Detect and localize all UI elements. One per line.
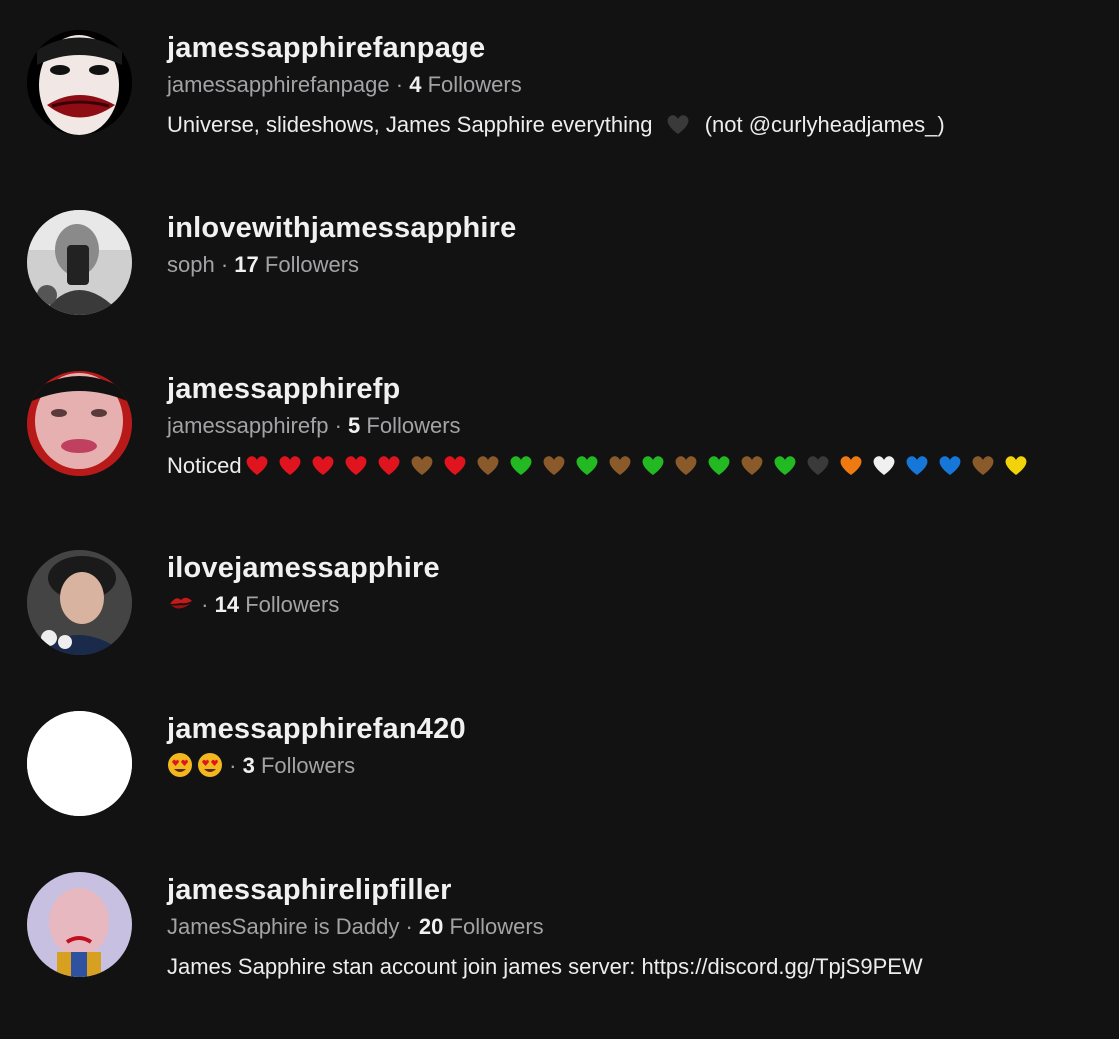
followers-count: 17 [234,252,259,277]
list-item[interactable]: inlovewithjamessapphire soph · 17 Follow… [27,210,1107,320]
bio-text: James Sapphire stan account join james s… [167,954,923,979]
blank-white-avatar [27,711,132,816]
heart-icon [508,453,534,477]
heart-icon [376,453,402,477]
avatar[interactable] [27,711,132,816]
heart-icon [739,453,765,477]
heart-icon [805,453,831,477]
heart-icon [706,453,732,477]
bio: Universe, slideshows, James Sapphire eve… [167,110,1107,140]
separator: · [395,72,404,97]
avatar[interactable] [27,371,132,476]
cartoon-edit-avatar [27,872,132,977]
heart-emoji-row [244,453,1036,478]
separator: · [220,252,229,277]
username[interactable]: ilovejamessapphire [167,550,1107,586]
list-item[interactable]: jamessapphirefan420 · 3 Followers [27,711,1107,821]
followers-count: 5 [348,413,361,438]
followers-label: Followers [366,413,461,438]
list-item[interactable]: jamessaphirelipfiller JamesSaphire is Da… [27,872,1107,982]
username[interactable]: inlovewithjamessapphire [167,210,1107,246]
avatar[interactable] [27,210,132,315]
followers-label: Followers [264,252,360,277]
mirror-selfie-avatar [27,210,132,315]
username[interactable]: jamessapphirefan420 [167,711,1107,747]
heart-icon [1003,453,1029,477]
list-item[interactable]: ilovejamessapphire · 14 Followers [27,550,1107,660]
bio-text: Universe, slideshows, James Sapphire eve… [167,112,653,137]
kiss-mark-icon [167,592,195,616]
bio: James Sapphire stan account join james s… [167,952,1107,982]
heart-eyes-icon [197,752,223,778]
nickname: jamessapphirefanpage [167,72,390,97]
avatar[interactable] [27,550,132,655]
heart-icon [772,453,798,477]
heart-icon [607,453,633,477]
heart-icon [277,453,303,477]
heart-icon [442,453,468,477]
black-heart-icon [665,112,691,136]
heart-icon [310,453,336,477]
user-subtitle: soph · 17 Followers [167,251,1107,279]
username[interactable]: jamessaphirelipfiller [167,872,1107,908]
followers-count: 20 [418,914,444,939]
username[interactable]: jamessapphirefanpage [167,30,1107,66]
followers-count: 4 [409,72,422,97]
user-subtitle: jamessapphirefanpage · 4 Followers [167,71,1107,99]
separator: · [334,413,342,438]
separator: · [201,592,209,617]
heart-icon [673,453,699,477]
portrait-avatar [27,550,132,655]
user-subtitle: JamesSaphire is Daddy · 20 Followers [167,913,1107,941]
face-with-red-lips-avatar [27,30,132,135]
user-subtitle: · 14 Followers [167,591,1107,619]
username[interactable]: jamessapphirefp [167,371,1107,407]
bio: Noticed [167,451,1107,481]
heart-eyes-icon [167,752,193,778]
followers-label: Followers [260,753,356,778]
heart-icon [838,453,864,477]
nickname: jamessapphirefp [167,413,329,438]
heart-icon [574,453,600,477]
avatar[interactable] [27,30,132,135]
followers-count: 3 [242,753,255,778]
heart-icon [937,453,963,477]
followers-label: Followers [245,592,340,617]
heart-icon [640,453,666,477]
bio-text: Noticed [167,453,242,478]
nickname: JamesSaphire is Daddy [167,914,400,939]
followers-count: 14 [214,592,240,617]
heart-icon [871,453,897,477]
list-item[interactable]: jamessapphirefanpage jamessapphirefanpag… [27,30,1107,140]
separator: · [229,753,237,778]
separator: · [405,914,413,939]
user-subtitle: jamessapphirefp · 5 Followers [167,412,1107,440]
nickname: soph [167,252,215,277]
bio-suffix: (not @curlyheadjames_) [704,112,945,137]
avatar[interactable] [27,872,132,977]
heart-icon [475,453,501,477]
close-up-face-avatar [27,371,132,476]
list-item[interactable]: jamessapphirefp jamessapphirefp · 5 Foll… [27,371,1107,481]
heart-icon [343,453,369,477]
heart-icon [541,453,567,477]
heart-icon [244,453,270,477]
heart-icon [904,453,930,477]
heart-icon [970,453,996,477]
user-subtitle: · 3 Followers [167,752,1107,780]
followers-label: Followers [449,914,544,939]
heart-icon [409,453,435,477]
followers-label: Followers [427,72,522,97]
